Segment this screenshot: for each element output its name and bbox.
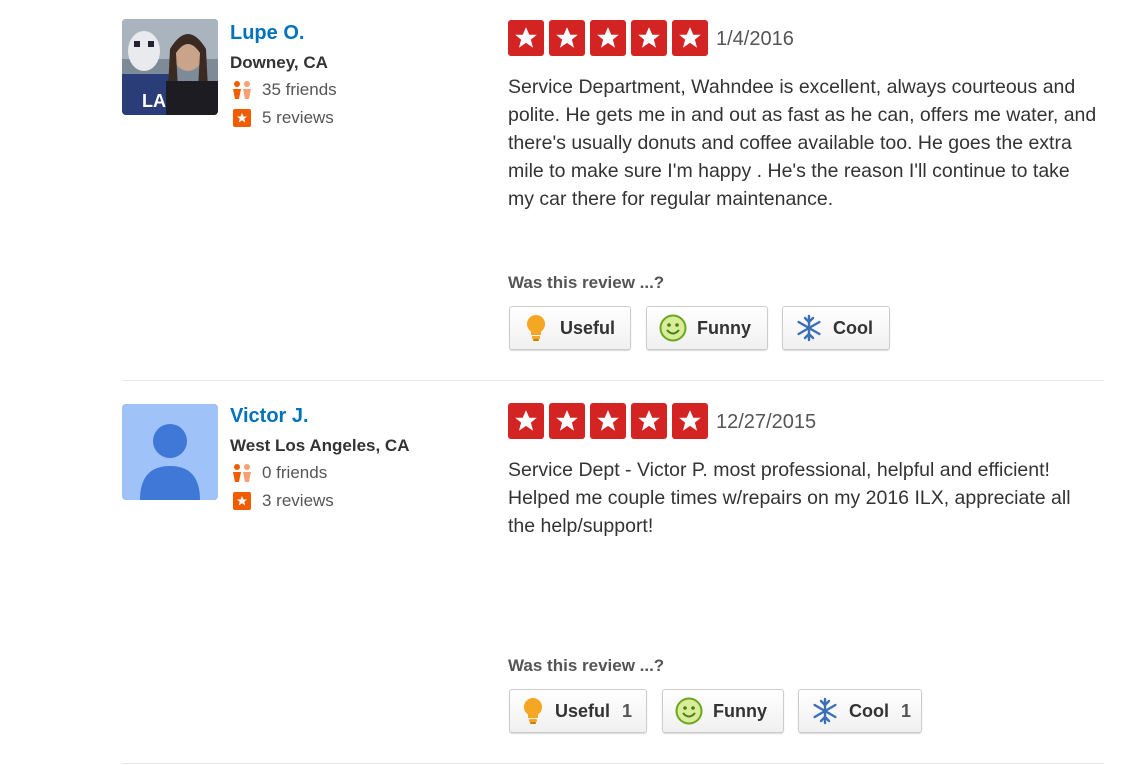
star-icon xyxy=(549,403,585,439)
friends-label: 35 friends xyxy=(262,80,337,99)
review-count-icon xyxy=(230,491,254,511)
review-count-icon xyxy=(230,108,254,128)
review-text: Service Department, Wahndee is excellent… xyxy=(508,76,1097,210)
user-location: West Los Angeles, CA xyxy=(230,436,410,455)
useful-button[interactable]: Useful xyxy=(509,306,631,350)
cool-label: Cool xyxy=(849,700,889,721)
funny-button[interactable]: Funny xyxy=(662,689,784,733)
cool-button[interactable]: Cool xyxy=(782,306,890,350)
friends-icon xyxy=(230,463,254,483)
reviews-count: 5 reviews xyxy=(230,108,334,128)
star-icon xyxy=(672,403,708,439)
cool-count: 1 xyxy=(901,700,912,721)
useful-label: Useful xyxy=(554,700,610,721)
lightbulb-icon xyxy=(522,697,545,725)
user-avatar[interactable]: LA xyxy=(122,19,218,115)
funny-label: Funny xyxy=(713,700,767,721)
star-rating xyxy=(508,403,713,439)
cool-label: Cool xyxy=(833,317,873,338)
star-icon xyxy=(549,20,585,56)
cool-button[interactable]: Cool 1 xyxy=(798,689,922,733)
svg-text:LA: LA xyxy=(142,91,166,111)
vote-prompt: Was this review ...? xyxy=(508,656,665,675)
divider xyxy=(122,763,1104,764)
friends-count: 35 friends xyxy=(230,80,337,100)
reviews-label: 3 reviews xyxy=(262,491,334,510)
friends-count: 0 friends xyxy=(230,463,327,483)
vote-prompt: Was this review ...? xyxy=(508,273,665,292)
user-name[interactable]: Victor J. xyxy=(230,405,309,428)
star-rating xyxy=(508,20,713,56)
snowflake-icon xyxy=(795,314,823,342)
star-icon xyxy=(508,20,544,56)
star-icon xyxy=(672,20,708,56)
user-avatar[interactable] xyxy=(122,404,218,500)
star-icon xyxy=(631,403,667,439)
smiley-icon xyxy=(675,697,703,725)
star-icon xyxy=(590,403,626,439)
star-icon xyxy=(590,20,626,56)
smiley-icon xyxy=(659,314,687,342)
snowflake-icon xyxy=(811,697,839,725)
review-item: LA Lupe O. Downey, CA 35 friends 5 revie… xyxy=(122,0,1104,380)
review-text: Service Dept - Victor P. most profession… xyxy=(508,459,1071,537)
review-date: 1/4/2016 xyxy=(716,28,794,50)
friends-icon xyxy=(230,80,254,100)
useful-label: Useful xyxy=(560,317,616,338)
star-icon xyxy=(631,20,667,56)
reviews-count: 3 reviews xyxy=(230,491,334,511)
reviews-label: 5 reviews xyxy=(262,108,334,127)
funny-button[interactable]: Funny xyxy=(646,306,768,350)
user-name[interactable]: Lupe O. xyxy=(230,22,304,45)
user-location: Downey, CA xyxy=(230,53,328,72)
review-date: 12/27/2015 xyxy=(716,411,817,433)
lightbulb-icon xyxy=(522,314,550,342)
friends-label: 0 friends xyxy=(262,463,328,482)
review-item: Victor J. West Los Angeles, CA 0 friends… xyxy=(122,383,1104,763)
star-icon xyxy=(508,403,544,439)
useful-count: 1 xyxy=(621,700,632,721)
funny-label: Funny xyxy=(697,317,751,338)
useful-button[interactable]: Useful 1 xyxy=(509,689,647,733)
divider xyxy=(122,380,1104,381)
